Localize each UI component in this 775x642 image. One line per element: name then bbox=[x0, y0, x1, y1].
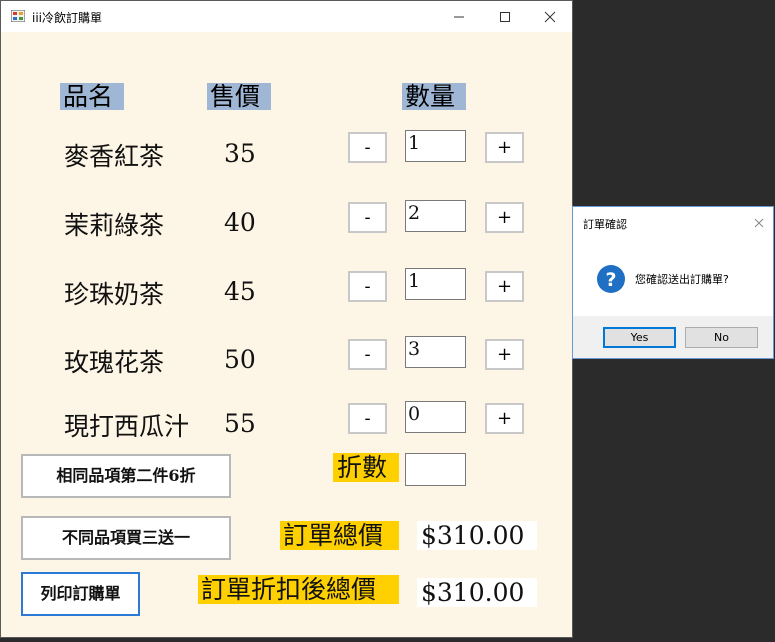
item-name: 玫瑰花茶 bbox=[64, 348, 165, 377]
second-item-discount-button[interactable]: 相同品項第二件6折 bbox=[21, 454, 231, 498]
item-name: 珍珠奶茶 bbox=[64, 280, 165, 309]
decrease-button[interactable]: - bbox=[348, 202, 387, 233]
minimize-icon bbox=[454, 16, 464, 17]
print-order-button[interactable]: 列印訂購單 bbox=[21, 572, 140, 616]
item-price: 50 bbox=[224, 345, 256, 374]
increase-button[interactable]: + bbox=[485, 202, 524, 233]
increase-button[interactable]: + bbox=[485, 132, 524, 163]
quantity-field[interactable]: 0 bbox=[405, 401, 466, 433]
app-icon bbox=[11, 10, 25, 22]
window-title: iii冷飲訂購單 bbox=[32, 11, 103, 25]
discount-field[interactable] bbox=[405, 453, 466, 486]
decrease-button[interactable]: - bbox=[348, 339, 387, 370]
maximize-icon bbox=[500, 11, 510, 22]
increase-button[interactable]: + bbox=[485, 403, 524, 434]
header-price: 售價 bbox=[207, 83, 271, 110]
discounted-total-label: 訂單折扣後總價 bbox=[198, 575, 399, 604]
discount-label: 折數 bbox=[333, 453, 399, 482]
item-price: 40 bbox=[224, 208, 256, 237]
decrease-button[interactable]: - bbox=[348, 271, 387, 302]
order-form-window: iii冷飲訂購單 品名 售價 數量 麥香紅茶 35 - 1 + 茉莉綠茶 40 … bbox=[0, 0, 573, 638]
quantity-field[interactable]: 1 bbox=[405, 268, 466, 300]
dialog-message: 您確認送出訂購單? bbox=[635, 273, 729, 286]
item-name: 麥香紅茶 bbox=[64, 142, 165, 171]
dialog-close-button[interactable] bbox=[749, 214, 769, 232]
dialog-title: 訂單確認 bbox=[583, 218, 627, 231]
header-quantity: 數量 bbox=[402, 83, 466, 110]
increase-button[interactable]: + bbox=[485, 339, 524, 370]
close-button[interactable] bbox=[527, 1, 573, 32]
quantity-field[interactable]: 1 bbox=[405, 130, 466, 162]
item-name: 茉莉綠茶 bbox=[64, 211, 165, 240]
close-icon bbox=[754, 218, 764, 228]
item-price: 55 bbox=[224, 409, 256, 438]
quantity-field[interactable]: 2 bbox=[405, 200, 466, 232]
decrease-button[interactable]: - bbox=[348, 132, 387, 163]
maximize-button[interactable] bbox=[482, 1, 528, 32]
confirm-dialog: 訂單確認 ? 您確認送出訂購單? Yes No bbox=[572, 206, 774, 359]
item-name: 現打西瓜汁 bbox=[64, 412, 190, 441]
discounted-total-value: $310.00 bbox=[417, 578, 537, 607]
item-price: 45 bbox=[224, 277, 256, 306]
header-name: 品名 bbox=[60, 83, 124, 110]
minimize-button[interactable] bbox=[436, 1, 482, 32]
buy-three-get-one-button[interactable]: 不同品項買三送一 bbox=[21, 516, 231, 560]
close-icon bbox=[544, 11, 556, 22]
question-icon: ? bbox=[597, 265, 625, 293]
title-bar[interactable]: iii冷飲訂購單 bbox=[1, 1, 572, 32]
total-value: $310.00 bbox=[417, 521, 537, 550]
item-price: 35 bbox=[224, 139, 256, 168]
decrease-button[interactable]: - bbox=[348, 403, 387, 434]
svg-text:?: ? bbox=[605, 269, 616, 291]
no-button[interactable]: No bbox=[685, 327, 758, 348]
total-label: 訂單總價 bbox=[280, 521, 399, 550]
yes-button[interactable]: Yes bbox=[603, 327, 676, 348]
quantity-field[interactable]: 3 bbox=[405, 336, 466, 368]
increase-button[interactable]: + bbox=[485, 271, 524, 302]
